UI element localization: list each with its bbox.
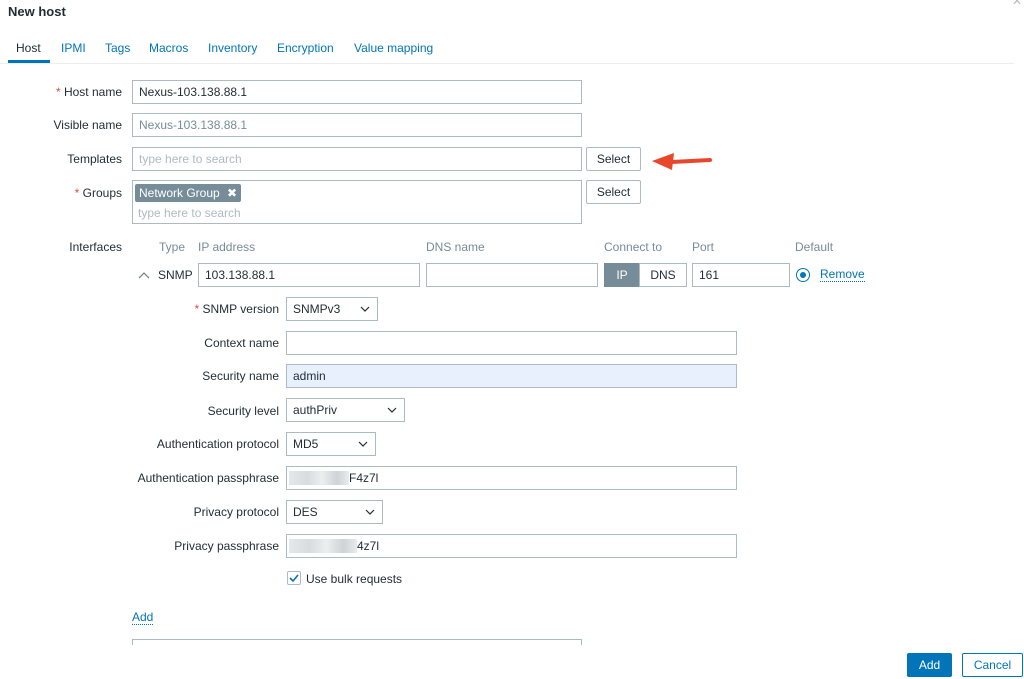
col-dns-name: DNS name <box>426 240 485 254</box>
security-name-label: Security name <box>202 369 279 383</box>
tab-ipmi[interactable]: IPMI <box>61 41 86 55</box>
visible-name-input[interactable]: Nexus-103.138.88.1 <box>132 113 582 137</box>
groups-search-input[interactable]: type here to search <box>138 206 241 220</box>
connect-dns-toggle[interactable]: DNS <box>639 263 687 287</box>
interface-dns-input[interactable] <box>426 263 598 287</box>
auth-protocol-label: Authentication protocol <box>156 437 279 451</box>
context-name-label: Context name <box>204 336 279 350</box>
context-name-input[interactable] <box>286 331 737 355</box>
default-interface-radio[interactable] <box>796 268 810 282</box>
chevron-down-icon <box>360 306 370 312</box>
auth-protocol-select[interactable]: MD5 <box>286 432 376 456</box>
tab-value-mapping[interactable]: Value mapping <box>354 41 433 55</box>
priv-passphrase-label: Privacy passphrase <box>174 539 279 553</box>
redacted-text <box>289 539 357 553</box>
add-button[interactable]: Add <box>907 653 952 677</box>
tab-macros[interactable]: Macros <box>149 41 188 55</box>
chevron-down-icon <box>365 509 375 515</box>
security-level-select[interactable]: authPriv <box>286 398 405 422</box>
interface-type: SNMP <box>158 268 193 282</box>
interface-ip-input[interactable]: 103.138.88.1 <box>198 263 420 287</box>
next-field-partial <box>132 639 582 645</box>
col-port: Port <box>692 240 715 254</box>
add-interface-link[interactable]: Add <box>132 611 154 625</box>
close-icon[interactable]: ✕ <box>1012 0 1024 8</box>
host-name-input[interactable]: Nexus-103.138.88.1 <box>132 80 582 104</box>
interfaces-label: Interfaces <box>69 240 122 254</box>
tab-host[interactable]: Host <box>16 41 41 55</box>
connect-ip-toggle[interactable]: IP <box>604 263 640 287</box>
collapse-chevron-icon[interactable] <box>138 270 150 280</box>
bulk-requests-checkbox[interactable] <box>287 571 301 585</box>
visible-name-label: Visible name <box>53 118 122 132</box>
remove-interface-link[interactable]: Remove <box>820 268 865 282</box>
col-type: Type <box>159 240 186 254</box>
security-level-label: Security level <box>207 404 279 418</box>
chevron-down-icon <box>387 407 397 413</box>
col-ip-address: IP address <box>198 240 256 254</box>
auth-passphrase-label: Authentication passphrase <box>137 471 279 485</box>
security-name-input[interactable]: admin <box>286 364 737 388</box>
snmp-version-label: * SNMP version <box>194 302 280 316</box>
tab-divider <box>0 63 1014 64</box>
templates-search-input[interactable]: type here to search <box>132 147 582 171</box>
bulk-requests-label: Use bulk requests <box>306 572 403 586</box>
col-default: Default <box>795 240 834 254</box>
interface-port-input[interactable]: 161 <box>692 263 790 287</box>
col-connect-to: Connect to <box>604 240 663 254</box>
priv-protocol-select[interactable]: DES <box>286 500 383 524</box>
templates-select-button[interactable]: Select <box>586 147 641 171</box>
priv-protocol-label: Privacy protocol <box>193 505 279 519</box>
auth-passphrase-input[interactable]: F4z7l <box>286 466 737 490</box>
chevron-down-icon <box>358 441 368 447</box>
remove-chip-icon[interactable]: ✖ <box>227 186 237 200</box>
tab-tags[interactable]: Tags <box>105 41 130 55</box>
dialog-title: New host <box>8 4 66 19</box>
check-icon <box>289 574 299 583</box>
snmp-version-select[interactable]: SNMPv3 <box>286 297 378 321</box>
redacted-text <box>289 471 349 485</box>
group-chip: Network Group ✖ <box>135 184 242 202</box>
groups-select-button[interactable]: Select <box>586 180 641 204</box>
priv-passphrase-input[interactable]: 4z7l <box>286 534 737 558</box>
cancel-button[interactable]: Cancel <box>962 653 1023 677</box>
host-name-label: * Host name <box>55 85 122 99</box>
red-arrow-annotation <box>652 153 712 170</box>
tab-encryption[interactable]: Encryption <box>277 41 334 55</box>
groups-label: * Groups <box>74 186 122 200</box>
tab-inventory[interactable]: Inventory <box>208 41 257 55</box>
groups-multiselect[interactable]: Network Group ✖ type here to search <box>132 180 582 224</box>
templates-label: Templates <box>67 152 122 166</box>
